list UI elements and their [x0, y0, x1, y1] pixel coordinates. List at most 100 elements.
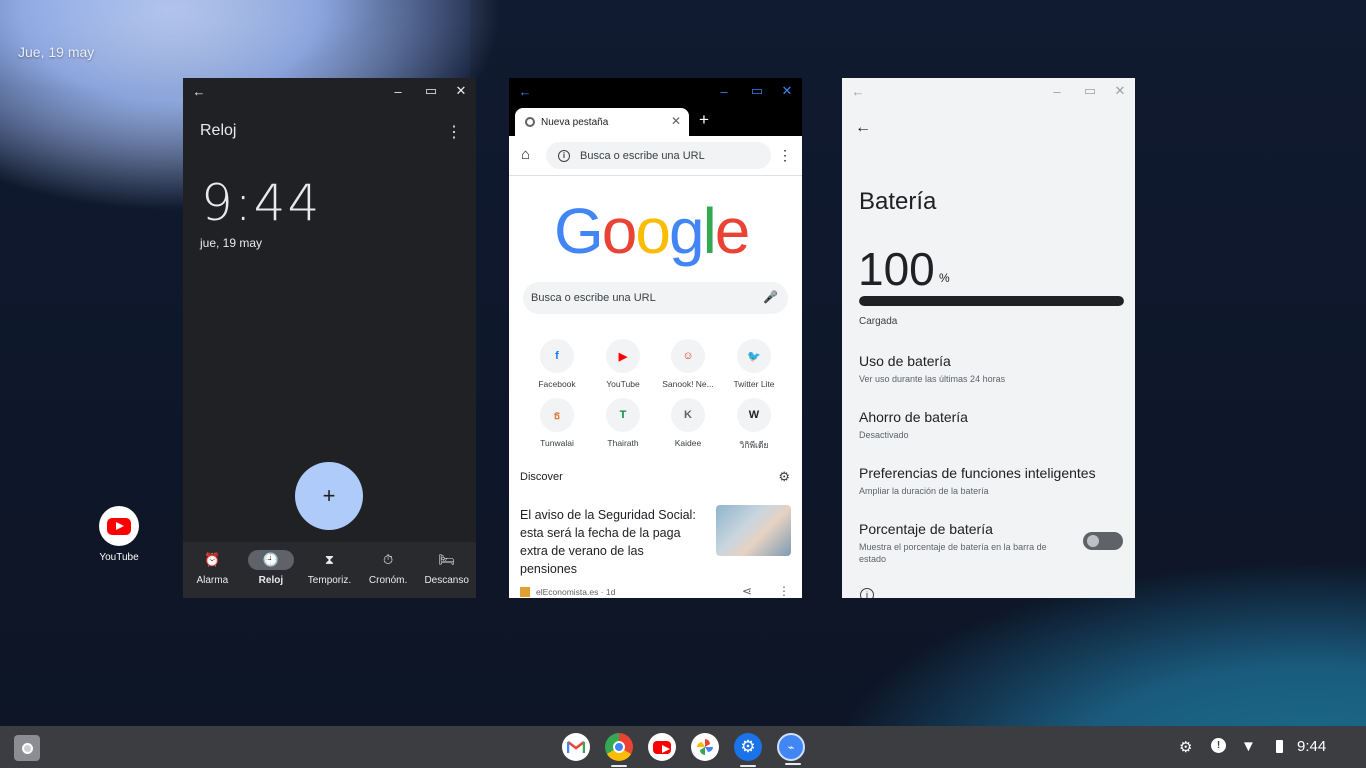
info-icon[interactable]: ! [1211, 738, 1226, 753]
article-thumbnail[interactable] [716, 505, 791, 556]
close-icon[interactable]: ✕ [453, 83, 469, 99]
omnibox-placeholder: Busca o escribe una URL [580, 149, 705, 162]
maximize-icon[interactable]: ▭ [423, 83, 439, 99]
info-icon: i [860, 588, 874, 598]
stopwatch-icon: ⏱ [383, 552, 394, 567]
youtube-icon[interactable] [648, 733, 676, 761]
clock-time: 9:44 [201, 174, 322, 232]
gmail-icon[interactable] [562, 733, 590, 761]
page-title: Batería [859, 188, 937, 215]
battery-icon[interactable] [1276, 740, 1283, 753]
nav-label: Cronóm. [368, 575, 408, 586]
chrome-menu-icon[interactable]: ⋮ [778, 147, 792, 164]
photos-icon[interactable] [691, 733, 719, 761]
publisher-icon [520, 587, 530, 597]
app-title: Reloj [200, 122, 237, 139]
maximize-icon[interactable]: ▭ [1082, 83, 1098, 99]
nav-alarm[interactable]: ⏰ Alarma [183, 542, 242, 598]
tile-tunwalai[interactable]: ธ Tunwalai [525, 398, 589, 448]
tile-label: Tunwalai [540, 438, 574, 448]
facebook-icon: f [540, 339, 574, 373]
clock-icon: 🕘 [247, 550, 294, 570]
tab-close-icon[interactable]: ✕ [671, 114, 681, 128]
clock-titlebar[interactable]: ← – ▭ ✕ [183, 78, 476, 106]
settings-icon[interactable]: ⚙ [734, 733, 762, 767]
back-arrow-icon[interactable]: ← [855, 119, 871, 137]
info-icon: i [558, 149, 570, 162]
tile-wikipedia[interactable]: W วิกิพีเดีย [722, 398, 786, 452]
battery-level-fill [859, 296, 1124, 306]
tile-label: YouTube [606, 379, 640, 389]
article-title[interactable]: El aviso de la Seguridad Social: esta se… [520, 506, 700, 578]
setting-title: Porcentaje de batería [859, 521, 993, 537]
minimize-icon[interactable]: – [716, 83, 732, 99]
tab-strip: Nueva pestaña ✕ + [509, 106, 802, 136]
setting-smart-preferences[interactable]: Preferencias de funciones inteligentes A… [859, 465, 1119, 497]
maximize-icon[interactable]: ▭ [749, 83, 765, 99]
share-icon[interactable]: ⋖ [742, 584, 752, 598]
settings-window: ← – ▭ ✕ ← Batería 100 % Cargada Uso de b… [842, 78, 1135, 598]
tile-label: Facebook [538, 379, 576, 389]
desktop-date: Jue, 19 may [18, 44, 95, 60]
battery-percentage-toggle[interactable] [1083, 532, 1123, 550]
launcher-button[interactable] [14, 735, 40, 761]
tile-label: Sanook! Ne... [662, 379, 714, 389]
chrome-window: ← – ▭ ✕ Nueva pestaña ✕ + ⌂ i Busca o es… [509, 78, 802, 598]
tile-kaidee[interactable]: K Kaidee [656, 398, 720, 448]
minimize-icon[interactable]: – [1049, 83, 1065, 99]
google-logo: Google [554, 195, 750, 267]
nav-clock[interactable]: 🕘 Reloj [242, 542, 301, 598]
close-icon[interactable]: ✕ [779, 83, 795, 99]
files-icon[interactable]: ⌁ [777, 733, 805, 765]
new-tab-button[interactable]: + [699, 110, 709, 130]
clock-window: ← – ▭ ✕ Reloj ⋮ 9:44 jue, 19 may + ⏰ Ala… [183, 78, 476, 598]
mic-icon[interactable]: 🎤 [763, 290, 778, 304]
more-vert-icon[interactable]: ⋮ [778, 584, 790, 598]
tile-label: Thairath [607, 438, 639, 448]
back-arrow-icon[interactable]: ← [191, 83, 207, 99]
minimize-icon[interactable]: – [390, 83, 406, 99]
setting-battery-usage[interactable]: Uso de batería Ver uso durante las últim… [859, 353, 1119, 385]
close-icon[interactable]: ✕ [1112, 83, 1128, 99]
setting-battery-percentage[interactable]: Porcentaje de batería Muestra el porcent… [859, 521, 1074, 565]
tab-title: Nueva pestaña [541, 116, 609, 128]
tile-label: วิกิพีเดีย [739, 440, 769, 450]
tunwalai-icon: ธ [540, 398, 574, 432]
desktop-youtube-shortcut[interactable]: YouTube [96, 506, 142, 563]
nav-stopwatch[interactable]: ⏱ Cronóm. [359, 542, 418, 598]
wikipedia-icon: W [737, 398, 771, 432]
chrome-icon[interactable] [605, 733, 633, 767]
nav-label: Temporiz. [307, 575, 352, 586]
chrome-titlebar[interactable]: ← – ▭ ✕ [509, 78, 802, 106]
tile-facebook[interactable]: f Facebook [525, 339, 589, 389]
tile-youtube[interactable]: ▶ YouTube [591, 339, 655, 389]
setting-title: Uso de batería [859, 353, 951, 369]
wifi-icon[interactable]: ▼ [1241, 738, 1256, 755]
settings-icon[interactable]: ⚙ [1179, 738, 1192, 756]
setting-battery-saver[interactable]: Ahorro de batería Desactivado [859, 409, 1119, 441]
tile-sanook[interactable]: ☺ Sanook! Ne... [656, 339, 720, 389]
browser-toolbar: ⌂ i Busca o escribe una URL ⋮ [509, 136, 802, 176]
shelf-time[interactable]: 9:44 [1297, 738, 1326, 755]
back-arrow-icon[interactable]: ← [517, 83, 533, 99]
omnibox[interactable]: i Busca o escribe una URL [546, 142, 771, 169]
bottom-navigation: ⏰ Alarma 🕘 Reloj ⧗ Temporiz. ⏱ Cronóm. 🛏… [183, 542, 476, 598]
back-arrow-icon[interactable]: ← [850, 83, 866, 99]
search-input[interactable]: Busca o escribe una URL 🎤 [523, 282, 788, 314]
nav-timer[interactable]: ⧗ Temporiz. [300, 542, 359, 598]
add-city-button[interactable]: + [295, 462, 363, 530]
home-icon[interactable]: ⌂ [521, 146, 530, 163]
tile-label: Kaidee [674, 438, 702, 448]
gear-icon[interactable]: ⚙ [778, 469, 790, 485]
nav-label: Reloj [258, 575, 284, 586]
tab-new-tab[interactable]: Nueva pestaña ✕ [515, 108, 689, 136]
more-vert-icon[interactable]: ⋮ [446, 122, 462, 142]
setting-subtitle: Ampliar la duración de la batería [859, 486, 989, 496]
tile-thairath[interactable]: T Thairath [591, 398, 655, 448]
nav-bedtime[interactable]: 🛏 Descanso [417, 542, 476, 598]
nav-label: Alarma [196, 575, 229, 586]
discover-header: Discover [520, 471, 563, 483]
setting-subtitle: Desactivado [859, 430, 909, 440]
settings-titlebar[interactable]: ← – ▭ ✕ [842, 78, 1135, 106]
tile-twitter[interactable]: 🐦 Twitter Lite [722, 339, 786, 389]
